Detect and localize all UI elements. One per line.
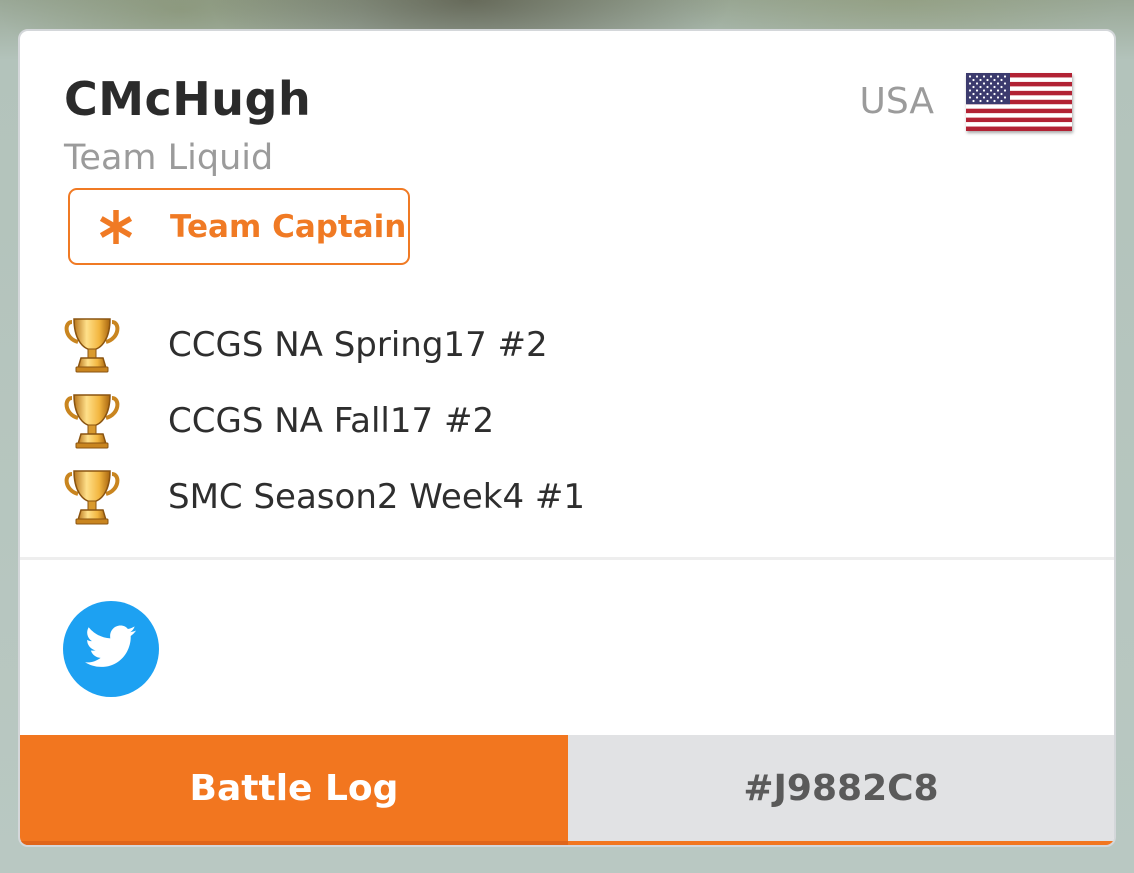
achievement-item: CCGS NA Fall17 #2 xyxy=(60,383,960,459)
card-footer: Battle Log #J9882C8 xyxy=(20,735,1114,845)
team-name: Team Liquid xyxy=(64,138,274,178)
player-card: CMcHugh Team Liquid USA Team Captain CCG… xyxy=(18,29,1116,847)
section-divider xyxy=(20,557,1114,560)
achievement-item: SMC Season2 Week4 #1 xyxy=(60,459,960,535)
twitter-button[interactable] xyxy=(63,601,159,697)
player-name: CMcHugh xyxy=(64,72,312,126)
trophy-icon xyxy=(60,466,124,528)
achievement-label: CCGS NA Fall17 #2 xyxy=(168,401,495,441)
achievement-label: SMC Season2 Week4 #1 xyxy=(168,477,586,517)
achievement-label: CCGS NA Spring17 #2 xyxy=(168,325,548,365)
achievement-list: CCGS NA Spring17 #2 CCGS NA Fall17 #2 SM… xyxy=(60,307,960,535)
asterisk-icon xyxy=(96,207,136,247)
battle-log-button[interactable]: Battle Log xyxy=(20,735,568,845)
twitter-bird-icon xyxy=(85,625,137,673)
country-label: USA xyxy=(859,81,935,122)
player-tag-button[interactable]: #J9882C8 xyxy=(568,735,1114,845)
trophy-icon xyxy=(60,314,124,376)
team-captain-badge: Team Captain xyxy=(68,188,410,265)
badge-label: Team Captain xyxy=(170,208,407,245)
achievement-item: CCGS NA Spring17 #2 xyxy=(60,307,960,383)
us-flag-icon xyxy=(966,73,1072,131)
trophy-icon xyxy=(60,390,124,452)
